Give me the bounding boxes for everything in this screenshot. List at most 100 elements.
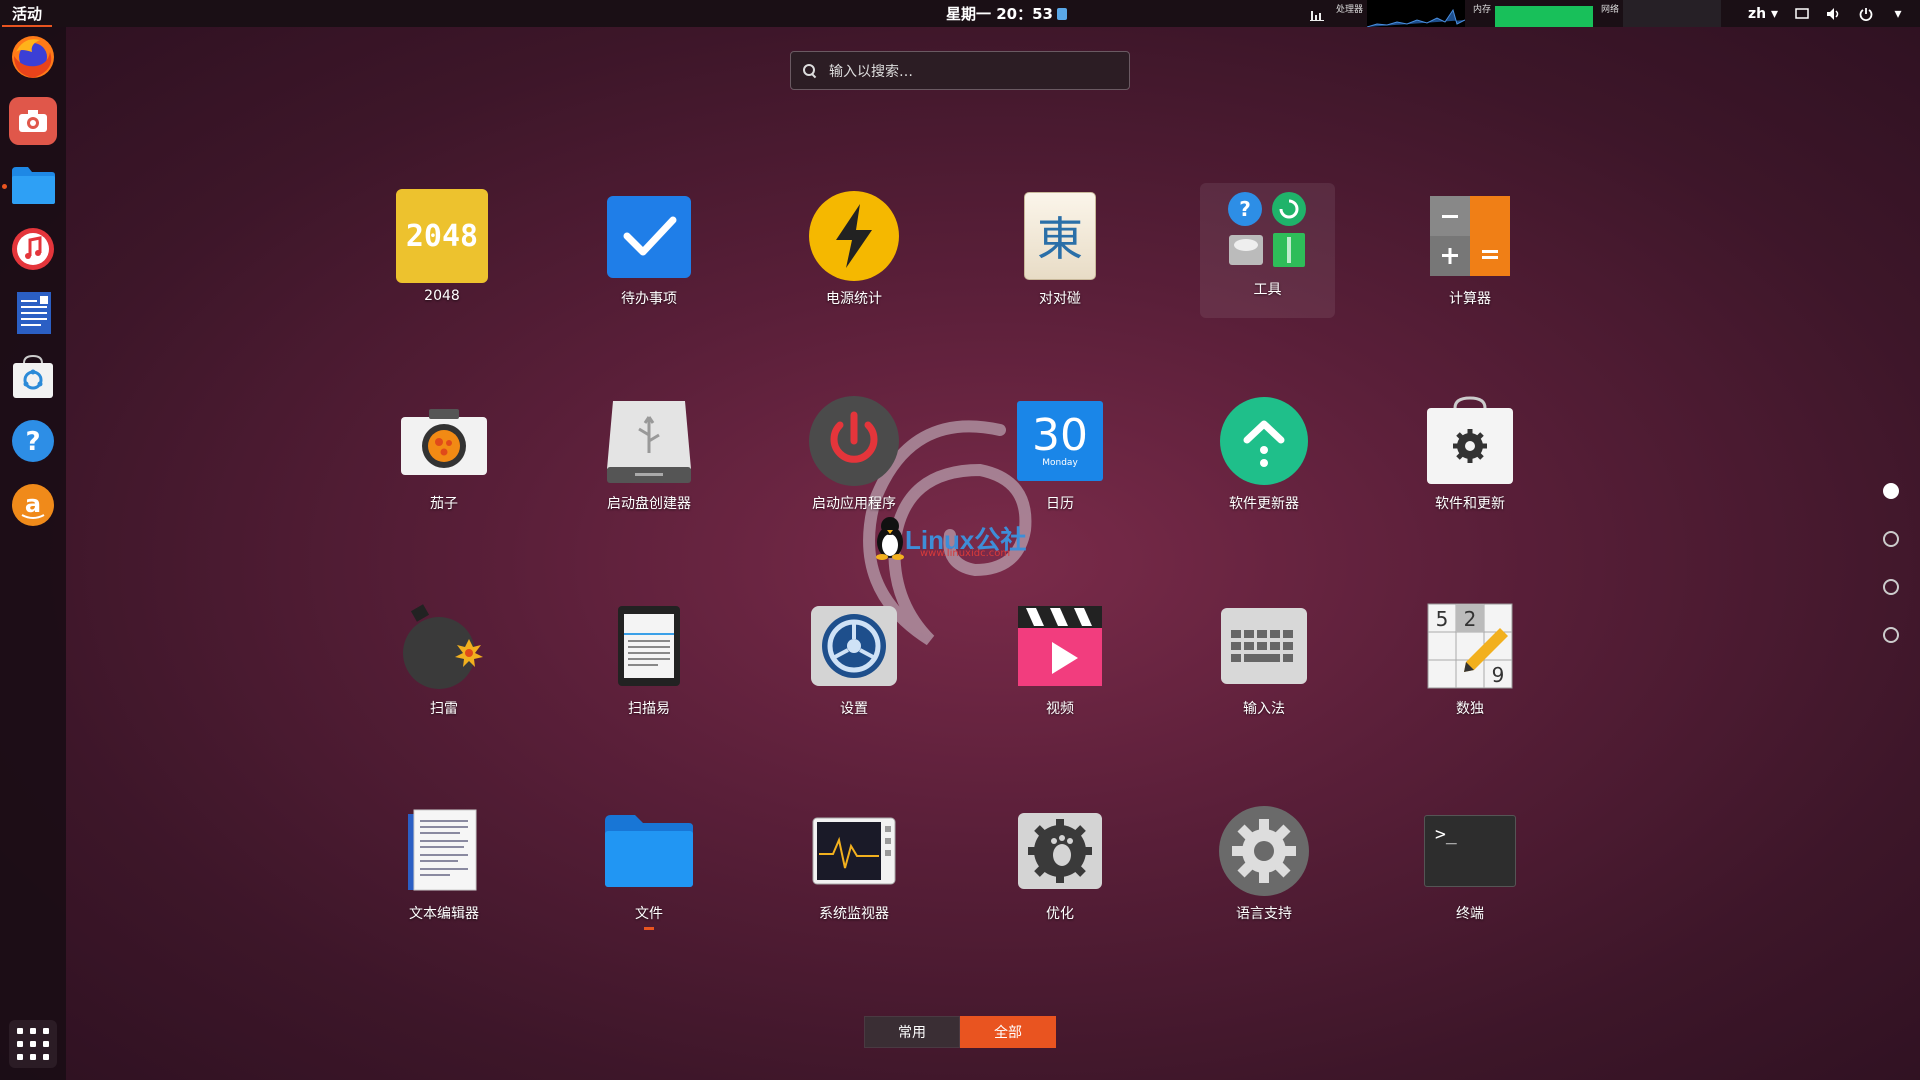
dock-software[interactable] — [9, 353, 57, 401]
app-calendar[interactable]: 30 Monday 日历 — [970, 391, 1150, 531]
show-apps-button[interactable] — [9, 1020, 57, 1068]
app-label: 待办事项 — [621, 291, 677, 307]
document-icon — [17, 292, 51, 334]
gnome-foot-gear-icon — [1014, 805, 1106, 897]
search-icon — [803, 63, 817, 78]
app-tweaks[interactable]: 优化 — [970, 801, 1150, 941]
app-files[interactable]: 文件 — [559, 801, 739, 941]
volume-icon[interactable] — [1826, 7, 1842, 21]
folder-icon — [603, 805, 695, 897]
app-text-editor[interactable]: 文本编辑器 — [354, 801, 534, 941]
app-label: 视频 — [1046, 701, 1074, 717]
language-indicator[interactable]: zh ▾ — [1748, 6, 1778, 22]
app-cheese[interactable]: 茄子 — [354, 391, 534, 531]
app-software-properties[interactable]: 软件和更新 — [1380, 391, 1560, 531]
show-apps-icon — [17, 1028, 23, 1034]
page-indicator-1[interactable] — [1883, 483, 1899, 499]
camera-icon — [19, 110, 47, 132]
dock-help[interactable]: ? — [9, 417, 57, 465]
svg-text:a: a — [25, 490, 41, 518]
video-play-icon — [1014, 600, 1106, 692]
search-placeholder: 输入以搜索… — [829, 63, 913, 80]
app-language-support[interactable]: 语言支持 — [1174, 801, 1354, 941]
running-indicator — [2, 184, 7, 189]
watermark-url: www.linuxidc.com — [920, 548, 1011, 559]
dock-writer[interactable] — [9, 289, 57, 337]
app-label: 设置 — [840, 701, 868, 717]
app-label: 文件 — [635, 906, 663, 922]
app-2048[interactable]: 2048 2048 — [352, 186, 532, 326]
memory-label: 内存 — [1473, 5, 1492, 15]
dock-files[interactable] — [9, 161, 57, 209]
notification-icon — [1056, 7, 1067, 20]
text-document-icon — [398, 805, 490, 897]
page-indicator-4[interactable] — [1883, 627, 1899, 643]
page-indicator-2[interactable] — [1883, 531, 1899, 547]
network-graph — [1623, 0, 1722, 27]
screen-icon[interactable] — [1794, 7, 1810, 21]
calendar-weekday: Monday — [1042, 458, 1078, 468]
app-mines[interactable]: 扫雷 — [354, 596, 534, 736]
app-startup-applications[interactable]: 启动应用程序 — [764, 391, 944, 531]
svg-text:2: 2 — [1464, 607, 1477, 631]
language-gear-icon — [1218, 805, 1310, 897]
amazon-icon: a — [12, 484, 54, 526]
help-icon: ? — [12, 420, 54, 462]
chart-icon — [1310, 10, 1324, 21]
app-power-statistics[interactable]: 电源统计 — [764, 186, 944, 326]
app-label: 工具 — [1253, 282, 1282, 298]
app-label: 文本编辑器 — [409, 906, 479, 922]
app-todo[interactable]: 待办事项 — [559, 186, 739, 326]
app-update-manager[interactable]: 软件更新器 — [1174, 391, 1354, 531]
game-2048-icon-text: 2048 — [396, 189, 488, 283]
app-calculator[interactable]: 计算器 — [1380, 186, 1560, 326]
scanner-icon — [603, 600, 695, 692]
network-label: 网络 — [1601, 5, 1620, 15]
app-label: 输入法 — [1243, 701, 1285, 717]
dock-firefox[interactable] — [9, 33, 57, 81]
dock-music[interactable] — [9, 225, 57, 273]
activities-button[interactable]: 活动 — [0, 0, 54, 27]
app-label: 对对碰 — [1039, 291, 1081, 307]
app-usb-creator[interactable]: 启动盘创建器 — [559, 391, 739, 531]
keyboard-icon — [1218, 600, 1310, 692]
svg-text:?: ? — [25, 427, 40, 457]
clock[interactable]: 星期一 20：53 — [946, 0, 1067, 27]
app-input-method[interactable]: 输入法 — [1174, 596, 1354, 736]
chevron-down-icon[interactable]: ▾ — [1890, 6, 1906, 22]
usb-drive-icon — [603, 395, 695, 487]
app-label: 扫雷 — [430, 701, 458, 717]
frequent-apps-button[interactable]: 常用 — [864, 1016, 960, 1048]
app-settings[interactable]: 设置 — [764, 596, 944, 736]
app-view-switcher: 常用 全部 — [864, 1016, 1056, 1048]
folder-icon — [12, 167, 55, 204]
app-simple-scan[interactable]: 扫描易 — [559, 596, 739, 736]
dock-screenshot[interactable] — [9, 97, 57, 145]
update-arrow-icon — [1218, 395, 1310, 487]
dock: ? a — [0, 27, 66, 1080]
all-apps-button[interactable]: 全部 — [960, 1016, 1056, 1048]
dock-amazon[interactable]: a — [9, 481, 57, 529]
system-tray: zh ▾ ▾ — [1748, 0, 1920, 27]
search-input[interactable]: 输入以搜索… — [790, 51, 1130, 90]
app-label: 启动应用程序 — [812, 496, 896, 512]
mahjong-tile-text: 東 — [1024, 192, 1096, 280]
sudoku-grid-icon: 52 9 — [1424, 600, 1516, 692]
system-monitor-indicator[interactable]: 处理器 内存 网络 — [1310, 0, 1722, 27]
svg-text:9: 9 — [1492, 663, 1505, 687]
app-system-monitor[interactable]: 系统监视器 — [764, 801, 944, 941]
settings-gear-icon — [808, 600, 900, 692]
music-icon — [12, 228, 54, 270]
page-indicator-3[interactable] — [1883, 579, 1899, 595]
app-terminal[interactable]: >_ 终端 — [1380, 801, 1560, 941]
app-videos[interactable]: 视频 — [970, 596, 1150, 736]
app-sudoku[interactable]: 52 9 数独 — [1380, 596, 1560, 736]
app-label: 语言支持 — [1236, 906, 1292, 922]
app-label: 日历 — [1046, 496, 1074, 512]
app-folder-tools[interactable]: ? 工具 — [1200, 183, 1335, 318]
calculator-icon — [1424, 190, 1516, 282]
app-mahjongg[interactable]: 東 对对碰 — [970, 186, 1150, 326]
power-icon[interactable] — [1858, 7, 1874, 21]
app-label: 计算器 — [1449, 291, 1491, 307]
svg-text:?: ? — [1239, 197, 1251, 221]
